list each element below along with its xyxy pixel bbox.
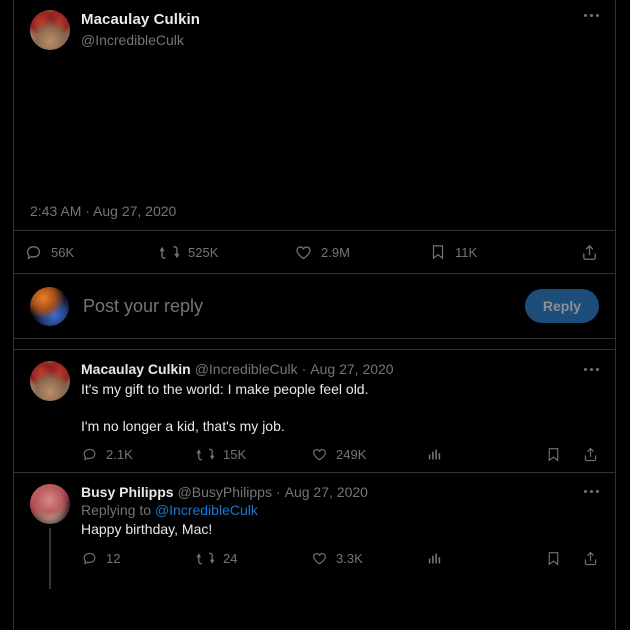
more-options-icon[interactable] bbox=[584, 14, 599, 17]
retweet-icon bbox=[159, 245, 180, 259]
bookmark-icon bbox=[432, 245, 444, 260]
author-name[interactable]: Busy Philipps bbox=[81, 484, 174, 501]
tweet-line: I'm 40. bbox=[30, 112, 81, 131]
like-icon bbox=[313, 552, 326, 565]
bookmark-count: 11K bbox=[455, 244, 478, 260]
like-icon bbox=[296, 245, 311, 259]
replying-to-label: Replying to @IncredibleCulk bbox=[81, 502, 599, 518]
author-name[interactable]: Macaulay Culkin bbox=[81, 11, 200, 28]
replying-to-handle[interactable]: @IncredibleCulk bbox=[155, 502, 258, 518]
reply-date: Aug 27, 2020 bbox=[284, 483, 368, 500]
author-handle[interactable]: @IncredibleCulk bbox=[81, 32, 573, 48]
like-count: 249K bbox=[336, 447, 367, 463]
retweet-count: 24 bbox=[223, 550, 238, 566]
reply-button[interactable]: 12 bbox=[81, 550, 196, 567]
like-icon bbox=[313, 449, 326, 461]
separator-dot: · bbox=[301, 361, 307, 377]
avatar-column bbox=[30, 361, 70, 472]
share-icon bbox=[583, 244, 596, 260]
avatar[interactable] bbox=[30, 361, 70, 401]
main-tweet-actions: 56K 525K 2.9M 11K bbox=[14, 231, 615, 273]
tweet-line: You're welcome. bbox=[30, 160, 154, 179]
main-tweet-body: Hey guys, wanna feel old? I'm 40. You're… bbox=[30, 63, 599, 182]
like-button[interactable]: 3.3K bbox=[311, 550, 426, 567]
retweet-icon bbox=[196, 552, 215, 565]
retweet-count: 15K bbox=[223, 447, 247, 463]
like-count: 3.3K bbox=[336, 550, 363, 566]
reply-icon bbox=[26, 245, 41, 259]
retweet-icon bbox=[196, 448, 215, 461]
retweet-button[interactable]: 525K bbox=[159, 242, 294, 263]
reply-line: Happy birthday, Mac! bbox=[81, 521, 213, 538]
avatar-column bbox=[30, 483, 70, 590]
avatar[interactable] bbox=[30, 10, 70, 50]
more-options-icon[interactable] bbox=[584, 367, 599, 371]
author-name[interactable]: Macaulay Culkin bbox=[81, 361, 191, 378]
retweet-button[interactable]: 15K bbox=[196, 445, 311, 464]
reply-actions: 12 24 3.3K bbox=[81, 541, 599, 575]
main-tweet: Macaulay Culkin @IncredibleCulk Hey guys… bbox=[14, 0, 615, 230]
section-separator bbox=[14, 338, 615, 350]
reply-content: Macaulay Culkin @IncredibleCulk · Aug 27… bbox=[81, 361, 599, 472]
reply-content: Busy Philipps @BusyPhilipps · Aug 27, 20… bbox=[81, 484, 599, 576]
replying-to-prefix: Replying to bbox=[81, 502, 155, 519]
reply-body: Happy birthday, Mac! bbox=[81, 520, 599, 539]
reply-composer: Post your reply Reply bbox=[14, 274, 615, 338]
avatar[interactable] bbox=[30, 483, 70, 524]
bookmark-button[interactable]: 11K bbox=[429, 243, 549, 261]
analytics-icon bbox=[428, 553, 441, 564]
reply-tweet: Macaulay Culkin @IncredibleCulk · Aug 27… bbox=[14, 350, 615, 472]
analytics-button[interactable] bbox=[426, 550, 541, 567]
reply-button[interactable]: 56K bbox=[24, 243, 159, 262]
like-count: 2.9M bbox=[321, 244, 350, 260]
share-button[interactable] bbox=[582, 446, 599, 463]
like-button[interactable]: 249K bbox=[311, 446, 426, 463]
thread-connector-line bbox=[49, 527, 51, 590]
analytics-icon bbox=[428, 449, 441, 460]
reply-actions: 2.1K 15K 249K bbox=[81, 438, 599, 472]
share-icon bbox=[584, 551, 597, 565]
author-handle[interactable]: @IncredibleCulk bbox=[195, 361, 298, 378]
reply-count: 56K bbox=[51, 244, 75, 260]
bookmark-button[interactable] bbox=[545, 550, 582, 567]
share-icon bbox=[584, 447, 597, 462]
reply-tweet: Busy Philipps @BusyPhilipps · Aug 27, 20… bbox=[14, 473, 615, 590]
share-button[interactable] bbox=[580, 243, 613, 262]
bookmark-icon bbox=[548, 448, 559, 462]
reply-body: It's my gift to the world: I make people… bbox=[81, 380, 599, 436]
reply-icon bbox=[83, 552, 96, 565]
author-block[interactable]: Macaulay Culkin @IncredibleCulk bbox=[81, 10, 573, 48]
reply-icon bbox=[83, 448, 96, 461]
reply-input[interactable]: Post your reply bbox=[83, 296, 511, 317]
tweet-detail-screen: Macaulay Culkin @IncredibleCulk Hey guys… bbox=[0, 0, 630, 630]
reply-date: Aug 27, 2020 bbox=[310, 361, 394, 377]
reply-line: I'm no longer a kid, that's my job. bbox=[81, 417, 285, 434]
analytics-button[interactable] bbox=[426, 446, 541, 463]
bookmark-icon bbox=[548, 551, 559, 566]
share-button[interactable] bbox=[582, 550, 599, 567]
main-tweet-header: Macaulay Culkin @IncredibleCulk bbox=[30, 10, 599, 50]
avatar[interactable] bbox=[30, 286, 69, 326]
content-column: Macaulay Culkin @IncredibleCulk Hey guys… bbox=[13, 0, 616, 630]
bookmark-button[interactable] bbox=[545, 446, 582, 463]
reply-header: Macaulay Culkin @IncredibleCulk · Aug 27… bbox=[81, 361, 599, 378]
retweet-button[interactable]: 24 bbox=[196, 549, 311, 568]
reply-count: 12 bbox=[106, 550, 121, 566]
author-handle[interactable]: @BusyPhilipps bbox=[178, 484, 272, 501]
reply-submit-button[interactable]: Reply bbox=[524, 289, 599, 323]
separator-dot: · bbox=[275, 483, 281, 500]
reply-count: 2.1K bbox=[106, 447, 133, 463]
timestamp: 2:43 AM · Aug 27, 2020 bbox=[30, 203, 177, 219]
reply-header: Busy Philipps @BusyPhilipps · Aug 27, 20… bbox=[81, 484, 599, 501]
like-button[interactable]: 2.9M bbox=[294, 243, 429, 262]
reply-button[interactable]: 2.1K bbox=[81, 446, 196, 463]
reply-line: It's my gift to the world: I make people… bbox=[81, 380, 369, 397]
tweet-line: Hey guys, wanna feel old? bbox=[30, 64, 230, 83]
more-options-icon[interactable] bbox=[584, 490, 599, 494]
retweet-count: 525K bbox=[188, 244, 219, 260]
